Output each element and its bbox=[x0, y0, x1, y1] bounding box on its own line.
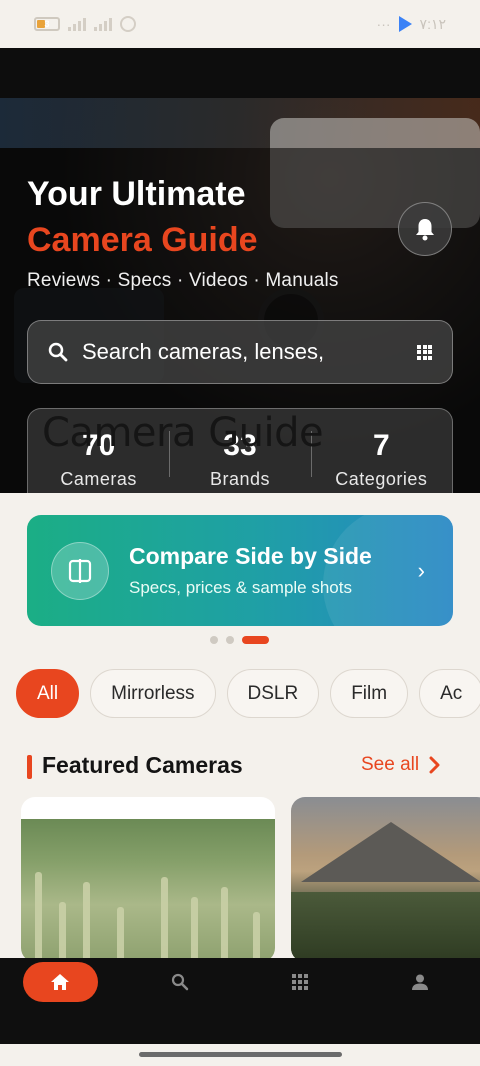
search-input[interactable]: Search cameras, lenses, bbox=[27, 320, 453, 384]
section-accent-bar bbox=[27, 755, 32, 779]
compare-title: Compare Side by Side bbox=[129, 543, 372, 569]
see-all-link[interactable]: See all bbox=[361, 754, 441, 776]
stat-label: Categories bbox=[335, 469, 428, 489]
carousel-dot-active[interactable] bbox=[242, 636, 269, 644]
featured-card[interactable] bbox=[21, 797, 275, 962]
signal-icon-2 bbox=[94, 17, 112, 31]
chip-film[interactable]: Film bbox=[330, 669, 409, 718]
status-left: 3 bbox=[34, 16, 136, 32]
carousel-dot[interactable] bbox=[210, 636, 218, 644]
alarm-icon bbox=[120, 16, 136, 32]
stat-categories: 7 Categories bbox=[310, 409, 452, 493]
chip-mirrorless[interactable]: Mirrorless bbox=[90, 669, 216, 718]
compare-subtitle: Specs, prices & sample shots bbox=[129, 578, 352, 597]
hero-title-accent: Camera Guide bbox=[27, 221, 258, 259]
featured-card[interactable] bbox=[291, 797, 480, 962]
grid-icon bbox=[292, 974, 308, 990]
search-placeholder: Search cameras, lenses, bbox=[82, 339, 325, 364]
hero-title: Your Ultimate bbox=[27, 175, 246, 213]
chip-action[interactable]: Ac bbox=[419, 669, 480, 718]
compare-texts: Compare Side by Side Specs, prices & sam… bbox=[129, 543, 418, 598]
featured-title: Featured Cameras bbox=[42, 752, 243, 778]
stat-label: Cameras bbox=[60, 469, 137, 489]
home-icon bbox=[51, 974, 69, 990]
overlay-title: Camera Guide bbox=[42, 410, 324, 456]
card-image-mountain bbox=[301, 822, 480, 882]
nav-categories[interactable] bbox=[263, 962, 338, 1002]
category-chips: All Mirrorless DSLR Film Ac bbox=[16, 669, 480, 718]
nav-profile[interactable] bbox=[383, 962, 458, 1002]
carousel-dot[interactable] bbox=[226, 636, 234, 644]
notification-button[interactable] bbox=[398, 202, 452, 256]
hero-section: Your Ultimate Camera Guide Reviews · Spe… bbox=[0, 98, 480, 493]
battery-icon: 3 bbox=[34, 17, 60, 31]
split-view-icon bbox=[68, 558, 92, 583]
carousel-indicator bbox=[210, 636, 269, 644]
status-bar: 3 ··· ٧:١٢ bbox=[0, 0, 480, 48]
stat-value: 7 bbox=[372, 429, 390, 462]
card-image-field bbox=[291, 892, 480, 962]
bottom-navigation bbox=[0, 958, 480, 1044]
nav-search[interactable] bbox=[143, 962, 218, 1002]
signal-icon bbox=[68, 17, 86, 31]
card-image-wheat bbox=[21, 819, 275, 962]
status-right: ··· ٧:١٢ bbox=[377, 16, 446, 33]
search-icon bbox=[171, 973, 189, 991]
see-all-label: See all bbox=[361, 754, 420, 775]
chip-dslr[interactable]: DSLR bbox=[226, 669, 320, 718]
bell-icon bbox=[416, 219, 434, 241]
chevron-right-icon bbox=[429, 756, 440, 774]
chevron-right-icon: › bbox=[417, 557, 425, 583]
play-store-icon bbox=[398, 16, 412, 32]
compare-banner[interactable]: Compare Side by Side Specs, prices & sam… bbox=[27, 515, 453, 626]
stat-label: Brands bbox=[209, 469, 271, 489]
hero-subtitle: Reviews · Specs · Videos · Manuals bbox=[27, 270, 339, 291]
status-dots: ··· bbox=[376, 16, 391, 32]
home-indicator[interactable] bbox=[139, 1052, 342, 1057]
compare-icon bbox=[51, 541, 109, 600]
search-icon bbox=[48, 342, 68, 362]
status-time: ٧:١٢ bbox=[419, 15, 446, 32]
chip-all[interactable]: All bbox=[16, 669, 80, 718]
grid-icon[interactable] bbox=[417, 344, 432, 360]
profile-icon bbox=[412, 974, 428, 990]
top-black-band bbox=[0, 48, 480, 98]
nav-home[interactable] bbox=[22, 962, 98, 1002]
